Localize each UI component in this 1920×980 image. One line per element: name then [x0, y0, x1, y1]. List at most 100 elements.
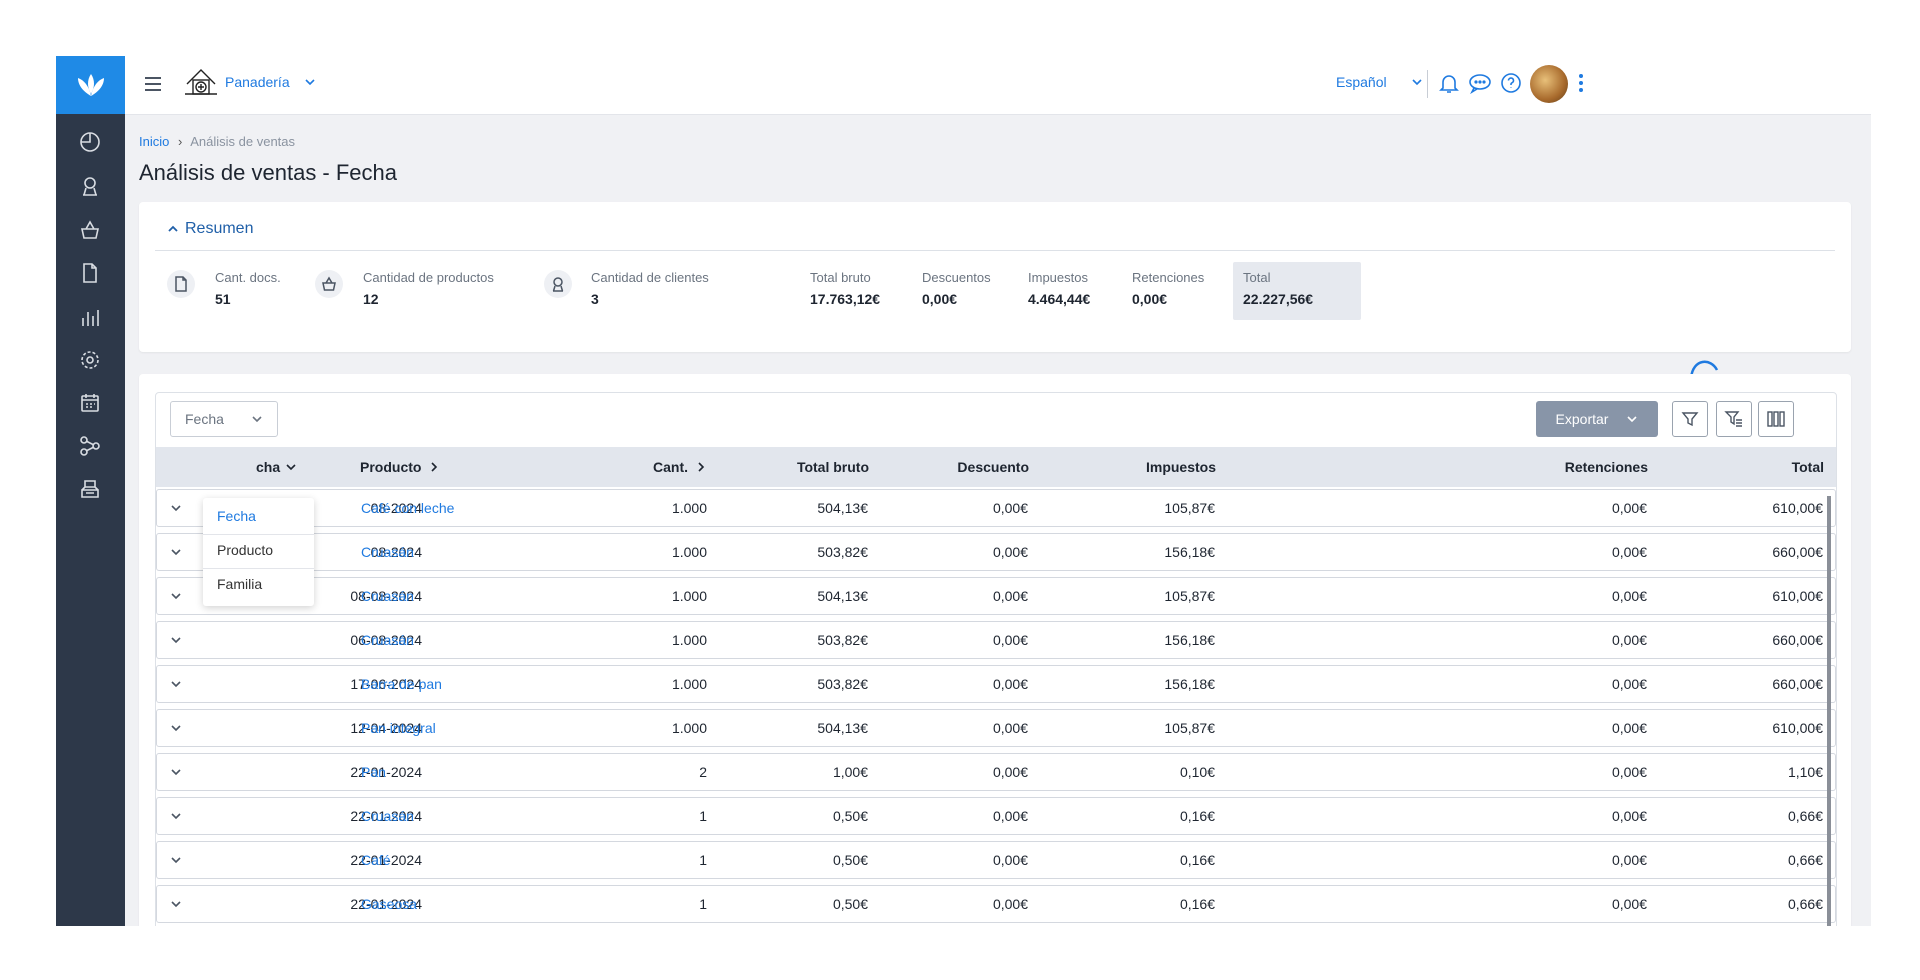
table-row[interactable]: 12-04-2024 Pan integral 1.000 504,13€ 0,00€ 1… [156, 709, 1836, 747]
bell-icon[interactable] [1438, 72, 1460, 94]
cell-retenciones: 0,00€ [1611, 632, 1647, 648]
chat-icon[interactable] [1468, 72, 1492, 94]
cell-cant: 1 [699, 808, 707, 824]
cell-impuestos: 105,87€ [1164, 588, 1215, 604]
cell-producto[interactable]: Cruasán [361, 588, 414, 604]
cell-retenciones: 0,00€ [1611, 500, 1647, 516]
cell-total-bruto: 1,00€ [832, 764, 868, 780]
chevron-right-icon [698, 462, 705, 472]
divider [203, 534, 314, 535]
group-by-option-producto[interactable]: Producto [217, 542, 273, 558]
company-name: Panadería [225, 74, 290, 90]
cell-total-bruto: 0,50€ [832, 852, 868, 868]
chevron-down-icon [305, 79, 315, 86]
company-logo[interactable] [181, 64, 221, 104]
columns-button[interactable] [1758, 401, 1794, 437]
cell-total: 0,66€ [1787, 896, 1823, 912]
column-header-producto[interactable]: Producto [360, 459, 439, 475]
chevron-down-icon[interactable] [169, 545, 183, 559]
chevron-down-icon[interactable] [169, 765, 183, 779]
group-by-option-fecha[interactable]: Fecha [217, 508, 256, 524]
table-row[interactable]: 08-08-2024 Cruasán 1.000 504,13€ 0,00€ 105,87… [156, 577, 1836, 615]
more-vertical-icon[interactable] [1578, 72, 1584, 94]
table-row[interactable]: 08-2024 Cruasán 1.000 503,82€ 0,00€ 156,18€ 0,… [156, 533, 1836, 571]
user-icon [544, 270, 572, 298]
cell-producto[interactable]: Barra de pan [361, 676, 442, 692]
dashboard-icon[interactable] [76, 128, 104, 156]
table-row[interactable]: 22-01-2024 Pan 2 1,00€ 0,00€ 0,10€ 0,00€ 1,10€ [156, 753, 1836, 791]
cell-producto[interactable]: Gaseosa [361, 896, 417, 912]
column-header-total[interactable]: Total [1792, 459, 1824, 475]
cell-producto[interactable]: Pan integral [361, 720, 436, 736]
table-row[interactable]: 08-2024 Café con leche 1.000 504,13€ 0,00€ 10… [156, 489, 1836, 527]
table-row[interactable]: 17-06-2024 Barra de pan 1.000 503,82€ 0,00€ 1… [156, 665, 1836, 703]
cell-descuento: 0,00€ [992, 588, 1028, 604]
filter-button[interactable] [1672, 401, 1708, 437]
group-by-select[interactable]: Fecha [170, 401, 278, 437]
column-header-descuento[interactable]: Descuento [957, 459, 1029, 475]
metric-products: Cantidad de productos 12 [363, 270, 494, 307]
chevron-down-icon[interactable] [169, 809, 183, 823]
column-header-retenciones[interactable]: Retenciones [1565, 459, 1648, 475]
cell-retenciones: 0,00€ [1611, 808, 1647, 824]
metric-discounts: Descuentos 0,00€ [922, 270, 991, 307]
chevron-down-icon[interactable] [169, 853, 183, 867]
avatar[interactable] [1530, 65, 1568, 103]
chevron-down-icon[interactable] [169, 721, 183, 735]
cell-producto[interactable]: Pan [361, 764, 386, 780]
advanced-filter-icon [1724, 411, 1742, 427]
user-icon[interactable] [76, 172, 104, 200]
help-icon[interactable] [1500, 72, 1522, 94]
basket-icon[interactable] [76, 216, 104, 244]
columns-icon [1767, 411, 1785, 427]
chevron-down-icon[interactable] [169, 897, 183, 911]
column-header-impuestos[interactable]: Impuestos [1146, 459, 1216, 475]
menu-icon[interactable] [143, 74, 163, 94]
metric-label: Cantidad de productos [363, 270, 494, 285]
cell-producto[interactable]: Café [361, 852, 391, 868]
chevron-down-icon[interactable] [169, 501, 183, 515]
cell-producto[interactable]: Cruasán [361, 544, 414, 560]
metric-label: Descuentos [922, 270, 991, 285]
breadcrumb-home[interactable]: Inicio [139, 134, 169, 149]
document-icon [167, 270, 195, 298]
chevron-down-icon[interactable] [169, 633, 183, 647]
metric-label: Impuestos [1028, 270, 1088, 285]
printer-icon[interactable] [76, 475, 104, 503]
cell-producto[interactable]: Cruasán [361, 808, 414, 824]
column-header-total-bruto[interactable]: Total bruto [797, 459, 869, 475]
company-selector[interactable]: Panadería [225, 74, 316, 90]
column-header-cant[interactable]: Cant. [653, 459, 706, 475]
metric-value: 3 [591, 291, 599, 307]
table-row[interactable]: 22-01-2024 Café 1 0,50€ 0,00€ 0,16€ 0,00€ 0,66€ [156, 841, 1836, 879]
export-button[interactable]: Exportar [1536, 401, 1658, 437]
chevron-down-icon[interactable] [169, 589, 183, 603]
document-icon[interactable] [76, 259, 104, 287]
network-icon[interactable] [76, 432, 104, 460]
advanced-filter-button[interactable] [1716, 401, 1752, 437]
metric-label: Total [1243, 270, 1271, 285]
chevron-down-icon[interactable] [169, 677, 183, 691]
chevron-right-icon [431, 462, 438, 472]
gear-icon[interactable] [76, 346, 104, 374]
scrollbar[interactable] [1827, 496, 1831, 926]
calendar-icon[interactable] [76, 389, 104, 417]
filter-icon [1681, 412, 1699, 427]
cell-producto[interactable]: Café con leche [361, 500, 454, 516]
table-row[interactable]: 22-01-2024 Cruasán 1 0,50€ 0,00€ 0,16€ 0,00€ 0,… [156, 797, 1836, 835]
cell-impuestos: 0,16€ [1179, 896, 1215, 912]
app-logo[interactable] [56, 56, 125, 114]
cell-retenciones: 0,00€ [1611, 676, 1647, 692]
table-row[interactable]: 22-01-2024 Gaseosa 1 0,50€ 0,00€ 0,16€ 0,00€ 0,… [156, 885, 1836, 923]
summary-toggle[interactable]: Resumen [167, 220, 253, 238]
cell-total-bruto: 503,82€ [817, 544, 868, 560]
cell-descuento: 0,00€ [992, 500, 1028, 516]
group-by-option-familia[interactable]: Familia [217, 576, 262, 592]
column-header-fecha[interactable]: cha [256, 459, 296, 475]
cell-producto[interactable]: Cruasán [361, 632, 414, 648]
data-table-card: Fecha Exportar cha Producto Cant. Total … [139, 374, 1851, 926]
metric-label: Total bruto [810, 270, 871, 285]
bar-chart-icon[interactable] [76, 303, 104, 331]
language-selector[interactable]: Español [1336, 74, 1423, 90]
table-row[interactable]: 06-08-2024 Cruasán 1.000 503,82€ 0,00€ 156,18… [156, 621, 1836, 659]
